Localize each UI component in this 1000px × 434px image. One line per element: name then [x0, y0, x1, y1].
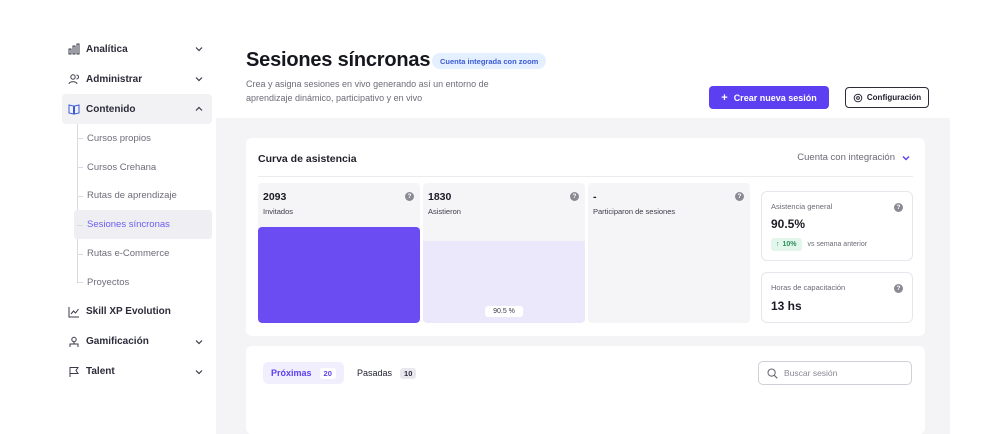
stat-asistieron: 1830 Asistieron ? 90.5 % — [423, 183, 585, 323]
help-icon[interactable]: ? — [894, 284, 903, 293]
sidebar-subitem-rutas-aprendizaje[interactable]: Rutas de aprendizaje — [74, 182, 212, 211]
sidebar-item-label: Analítica — [86, 43, 128, 55]
sessions-card: Próximas 20 Pasadas 10 — [246, 346, 925, 434]
tab-label: Próximas — [271, 368, 312, 378]
sidebar-subitem-rutas-ecommerce[interactable]: Rutas e-Commerce — [74, 239, 212, 268]
flag-icon — [68, 366, 80, 378]
attendance-percent-pill: 90.5 % — [485, 306, 523, 317]
sidebar-item-label: Skill XP Evolution — [86, 306, 171, 318]
search-icon — [767, 367, 778, 379]
tab-label: Pasadas — [357, 368, 393, 378]
stat-participaron: - Participaron de sesiones ? — [588, 183, 750, 323]
sidebar-subitem-cursos-propios[interactable]: Cursos propios — [74, 124, 212, 153]
chevron-down-icon — [194, 44, 204, 54]
stat-label: Invitados — [263, 207, 294, 216]
sidebar-item-label: Contenido — [86, 103, 136, 115]
sidebar-subitem-proyectos[interactable]: Proyectos — [74, 268, 212, 297]
skill-chart-icon — [68, 306, 80, 318]
sidebar-item-label: Administrar — [86, 73, 143, 85]
plus-icon: + — [721, 91, 728, 104]
stat-label: Asistieron — [428, 207, 461, 216]
chevron-down-icon — [194, 74, 204, 84]
chevron-down-icon — [901, 153, 911, 163]
trend-value: 10% — [782, 241, 797, 248]
bar-chart-icon — [68, 43, 80, 55]
attendance-title: Curva de asistencia — [258, 153, 357, 165]
search-input[interactable] — [784, 368, 904, 378]
trend-badge: ↑ 10% — [771, 238, 802, 251]
chevron-down-icon — [194, 367, 204, 377]
create-session-label: Crear nueva sesión — [733, 92, 817, 103]
trend-text: vs semana anterior — [807, 241, 868, 248]
sidebar-item-contenido[interactable]: Contenido — [62, 94, 212, 124]
training-hours-label: Horas de capacitación — [771, 283, 846, 292]
sidebar-subitem-sesiones-sincronas[interactable]: Sesiones síncronas — [74, 210, 212, 240]
stat-value: - — [593, 191, 597, 203]
tab-count: 10 — [400, 367, 417, 379]
create-session-button[interactable]: + Crear nueva sesión — [709, 86, 829, 109]
stat-value: 1830 — [428, 191, 452, 203]
arrow-up-icon: ↑ — [776, 241, 780, 248]
attendance-trend: ↑ 10% vs semana anterior — [771, 238, 867, 251]
general-attendance-label: Asistencia general — [771, 202, 833, 211]
content-submenu: Cursos propios Cursos Crehana Rutas de a… — [74, 124, 212, 297]
sidebar-subitem-cursos-crehana[interactable]: Cursos Crehana — [74, 153, 212, 182]
search-session-field[interactable] — [758, 361, 912, 385]
page-title: Sesiones síncronas — [246, 49, 431, 71]
stat-value: 2093 — [263, 191, 287, 203]
gear-icon — [853, 93, 863, 103]
book-icon — [68, 103, 80, 115]
stat-invitados: 2093 Invitados ? — [258, 183, 420, 323]
help-icon[interactable]: ? — [405, 192, 414, 201]
configuration-button[interactable]: Configuración — [845, 87, 929, 108]
help-icon[interactable]: ? — [735, 192, 744, 201]
integration-filter-label: Cuenta con integración — [797, 152, 895, 163]
users-icon — [68, 73, 80, 85]
training-hours-box: Horas de capacitación ? 13 hs — [761, 272, 913, 323]
trophy-icon — [68, 336, 80, 348]
chevron-down-icon — [194, 337, 204, 347]
tab-pasadas[interactable]: Pasadas 10 — [349, 362, 424, 384]
help-icon[interactable]: ? — [570, 192, 579, 201]
attendance-card: Curva de asistencia Cuenta con integraci… — [246, 138, 925, 336]
stat-label: Participaron de sesiones — [593, 207, 676, 216]
tab-count: 20 — [319, 367, 336, 379]
general-attendance-box: Asistencia general ? 90.5% ↑ 10% vs sema… — [761, 191, 913, 261]
configuration-label: Configuración — [866, 93, 922, 102]
sidebar-item-label: Gamificación — [86, 336, 149, 348]
attendance-bar-invitados — [258, 227, 420, 323]
zoom-integration-badge: Cuenta integrada con zoom — [432, 53, 547, 69]
sidebar-item-analitica[interactable]: Analítica — [62, 34, 212, 64]
sidebar-item-talent[interactable]: Talent — [62, 357, 212, 387]
sidebar-item-administrar[interactable]: Administrar — [62, 64, 212, 94]
page-subtitle: Crea y asigna sesiones en vivo generando… — [246, 79, 489, 103]
training-hours-value: 13 hs — [771, 299, 802, 313]
sidebar-item-label: Talent — [86, 366, 115, 378]
general-attendance-value: 90.5% — [771, 217, 806, 231]
card-divider — [258, 176, 913, 177]
help-icon[interactable]: ? — [894, 203, 903, 212]
sidebar: Analítica Administrar Contenido Cursos p… — [62, 34, 212, 387]
chevron-up-icon — [194, 104, 204, 114]
sidebar-item-gamificacion[interactable]: Gamificación — [62, 327, 212, 357]
sidebar-item-skill-xp[interactable]: Skill XP Evolution — [62, 297, 212, 327]
tab-proximas[interactable]: Próximas 20 — [263, 362, 344, 384]
integration-filter-dropdown[interactable]: Cuenta con integración — [797, 152, 911, 163]
